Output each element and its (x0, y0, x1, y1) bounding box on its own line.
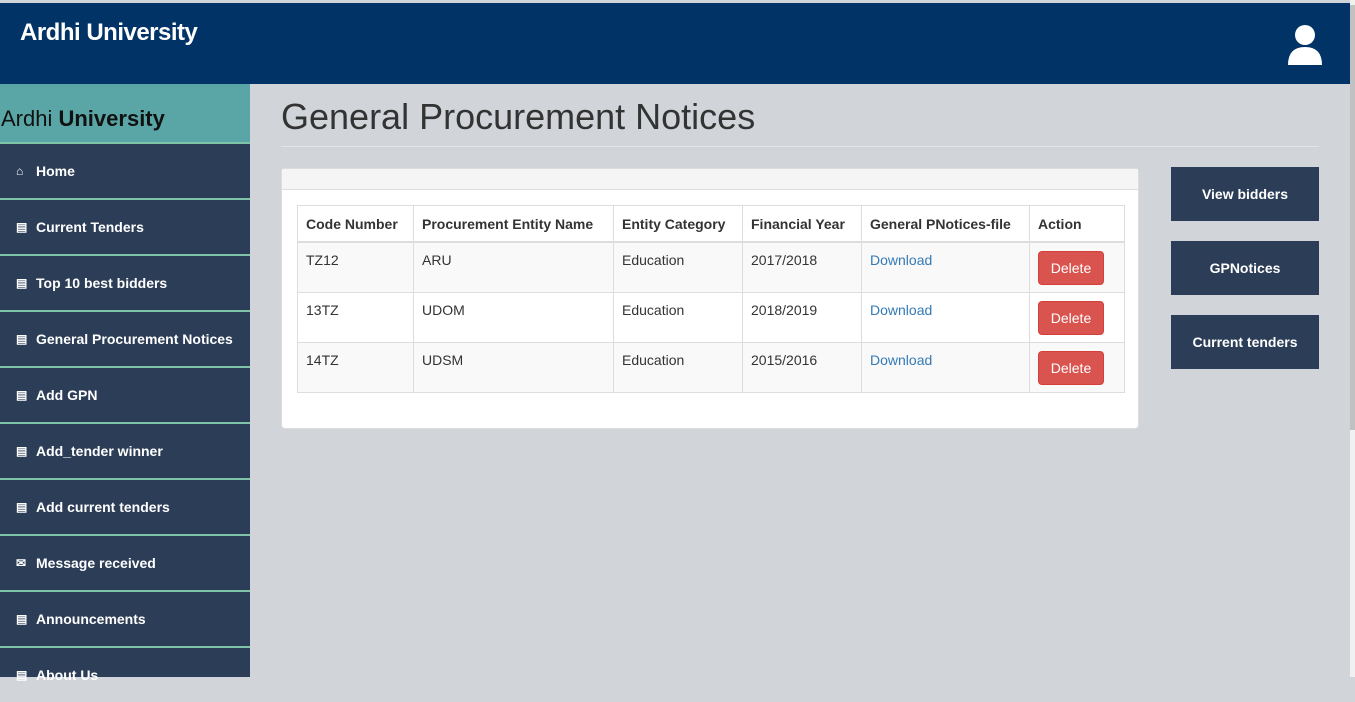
brand-logo[interactable]: Ardhi University (20, 19, 198, 47)
column-header: Procurement Entity Name (413, 205, 614, 243)
cell-year: 2015/2016 (742, 341, 862, 393)
panel-heading (282, 169, 1138, 190)
delete-button[interactable]: Delete (1038, 350, 1104, 385)
cell-entity: UDOM (413, 291, 614, 343)
download-link[interactable]: Download (870, 252, 932, 268)
cell-file: Download (861, 291, 1030, 343)
cell-category: Education (613, 241, 743, 293)
sidebar-item-label: Current Tenders (36, 219, 144, 235)
sidebar-item-add-current-tenders[interactable]: ▤ Add current tenders (0, 478, 250, 534)
sidebar-item-about[interactable]: ▤ About Us (0, 646, 250, 702)
column-header: Entity Category (613, 205, 743, 243)
sidebar-brand: Ardhi University (0, 84, 250, 142)
delete-button[interactable]: Delete (1038, 300, 1104, 335)
cell-entity: UDSM (413, 341, 614, 393)
cell-action: Delete (1029, 241, 1125, 293)
bar-chart-icon: ▤ (16, 500, 28, 514)
download-link[interactable]: Download (870, 352, 932, 368)
cell-code: 13TZ (297, 291, 414, 343)
home-icon: ⌂ (16, 164, 24, 178)
page-scrollbar[interactable] (1350, 0, 1355, 677)
cell-year: 2017/2018 (742, 241, 862, 293)
bar-chart-icon: ▤ (16, 612, 28, 626)
sidebar-item-current-tenders[interactable]: ▤ Current Tenders (0, 198, 250, 254)
envelope-icon: ✉ (16, 556, 27, 570)
cell-year: 2018/2019 (742, 291, 862, 343)
cell-file: Download (861, 341, 1030, 393)
delete-button[interactable]: Delete (1038, 251, 1104, 285)
cell-code: 14TZ (297, 341, 414, 393)
view-bidders-button[interactable]: View bidders (1171, 167, 1319, 221)
sidebar-item-messages[interactable]: ✉ Message received (0, 534, 250, 590)
title-divider (281, 146, 1319, 147)
sidebar: Ardhi University ⌂ Home ▤ Current Tender… (0, 84, 250, 683)
cell-action: Delete (1029, 291, 1125, 343)
column-header: General PNotices-file (861, 205, 1030, 243)
sidebar-item-announcements[interactable]: ▤ Announcements (0, 590, 250, 646)
column-header: Code Number (297, 205, 414, 243)
sidebar-item-label: Add_tender winner (36, 443, 163, 459)
column-header: Financial Year (742, 205, 862, 243)
sidebar-item-label: General Procurement Notices (36, 331, 233, 347)
cell-code: TZ12 (297, 241, 414, 293)
cell-action: Delete (1029, 341, 1125, 393)
bar-chart-icon: ▤ (16, 388, 28, 402)
sidebar-brand-light: Ardhi (1, 106, 53, 131)
sidebar-item-label: Home (36, 163, 75, 179)
cell-category: Education (613, 291, 743, 343)
notices-table: Code Number Procurement Entity Name Enti… (297, 205, 1125, 393)
sidebar-item-add-tender-winner[interactable]: ▤ Add_tender winner (0, 422, 250, 478)
bar-chart-icon: ▤ (16, 220, 28, 234)
sidebar-brand-bold: University (58, 106, 165, 131)
sidebar-item-label: Message received (36, 555, 156, 571)
page-title: General Procurement Notices (281, 96, 756, 137)
top-navbar: Ardhi University (0, 3, 1350, 84)
notices-panel: Code Number Procurement Entity Name Enti… (281, 168, 1139, 429)
table-row: TZ12 ARU Education 2017/2018 Download De… (297, 241, 1125, 293)
sidebar-item-top-bidders[interactable]: ▤ Top 10 best bidders (0, 254, 250, 310)
cell-file: Download (861, 241, 1030, 293)
table-header-row: Code Number Procurement Entity Name Enti… (297, 205, 1125, 243)
user-icon[interactable] (1285, 23, 1325, 67)
bar-chart-icon: ▤ (16, 668, 28, 682)
sidebar-item-gpn[interactable]: ▤ General Procurement Notices (0, 310, 250, 366)
sidebar-item-add-gpn[interactable]: ▤ Add GPN (0, 366, 250, 422)
bar-chart-icon: ▤ (16, 332, 28, 346)
cell-category: Education (613, 341, 743, 393)
bar-chart-icon: ▤ (16, 444, 28, 458)
table-row: 14TZ UDSM Education 2015/2016 Download D… (297, 341, 1125, 393)
sidebar-item-label: Announcements (36, 611, 146, 627)
scrollbar-thumb[interactable] (1350, 5, 1355, 430)
cell-entity: ARU (413, 241, 614, 293)
table-row: 13TZ UDOM Education 2018/2019 Download D… (297, 291, 1125, 343)
sidebar-item-label: Add GPN (36, 387, 98, 403)
current-tenders-button[interactable]: Current tenders (1171, 315, 1319, 369)
sidebar-item-label: Add current tenders (36, 499, 170, 515)
bar-chart-icon: ▤ (16, 276, 28, 290)
column-header: Action (1029, 205, 1125, 243)
download-link[interactable]: Download (870, 302, 932, 318)
sidebar-item-label: Top 10 best bidders (36, 275, 168, 291)
sidebar-item-home[interactable]: ⌂ Home (0, 142, 250, 198)
sidebar-item-label: About Us (36, 667, 99, 683)
gpnotices-button[interactable]: GPNotices (1171, 241, 1319, 295)
